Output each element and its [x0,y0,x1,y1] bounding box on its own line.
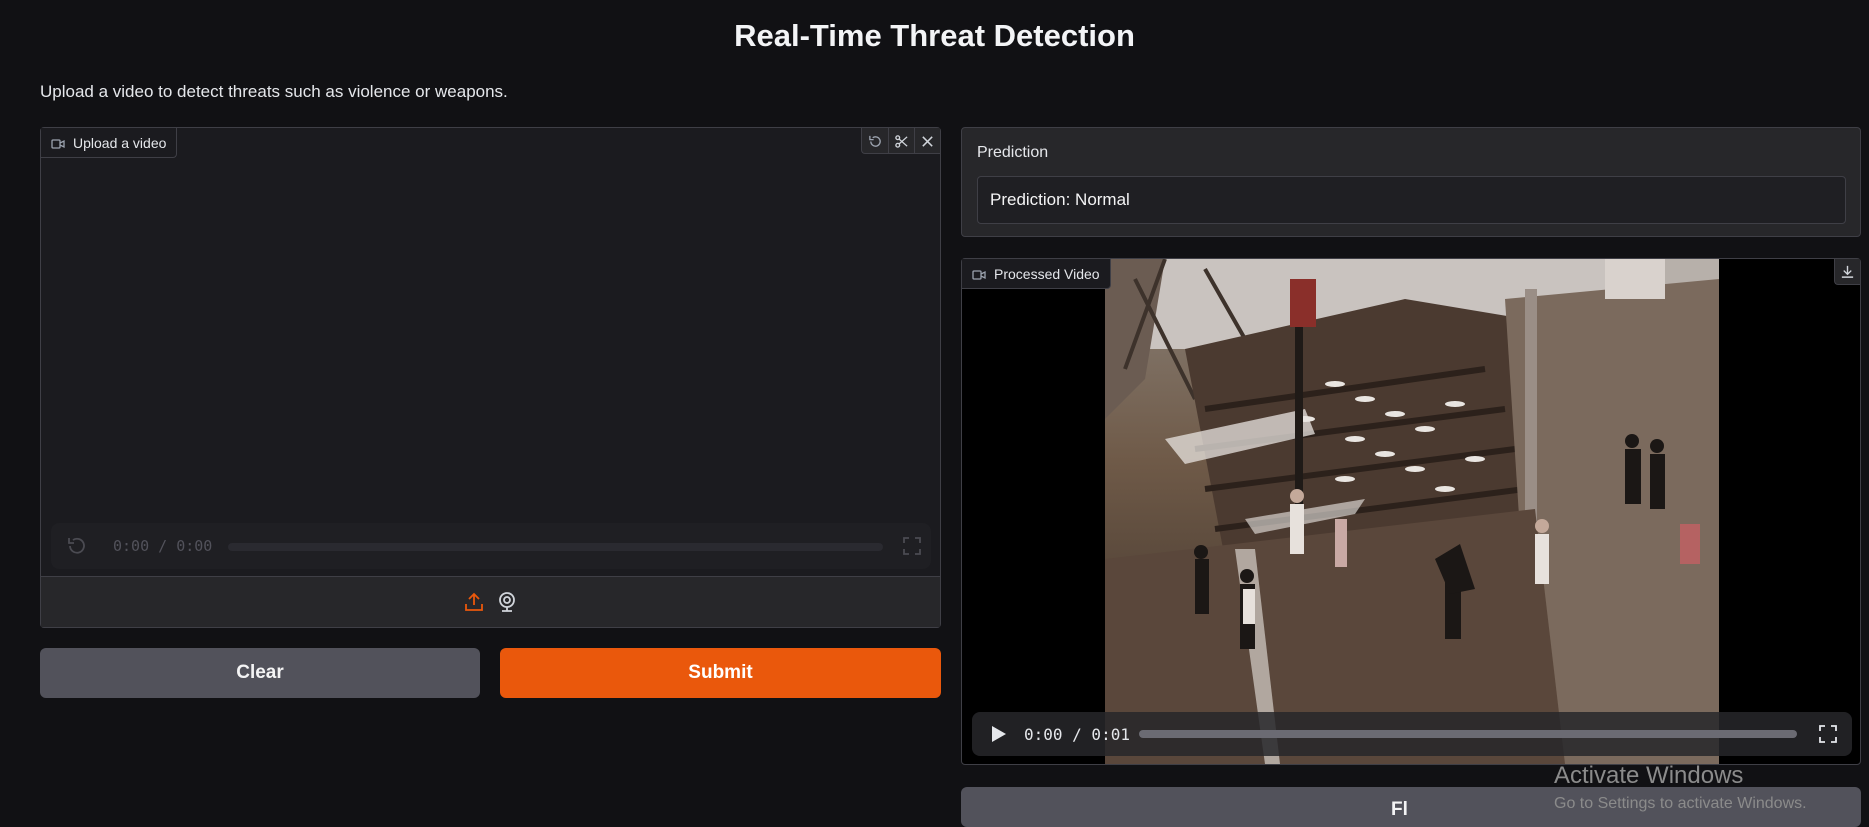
video-camera-icon [51,137,65,149]
upload-video-label: Upload a video [41,128,178,158]
download-icon[interactable] [1834,259,1860,285]
page-title: Real-Time Threat Detection [734,18,1135,53]
upload-player-progress[interactable] [228,543,883,551]
processed-player-time: 0:00 / 0:01 [1024,725,1130,744]
play-icon[interactable] [988,724,1008,744]
activation-watermark-subtitle: Go to Settings to activate Windows. [1554,795,1807,812]
prediction-output: Prediction: Normal [977,176,1846,224]
upload-video-panel: Upload a video 0:00 / 0:00 [40,127,941,628]
upload-player-controls: 0:00 / 0:00 [51,523,931,569]
submit-button[interactable]: Submit [500,648,941,698]
prediction-label: Prediction [977,144,1049,161]
page-description: Upload a video to detect threats such as… [40,82,508,101]
processed-player-progress[interactable] [1139,730,1797,738]
close-icon[interactable] [914,128,940,154]
upload-player-time: 0:00 / 0:00 [113,537,213,555]
video-frame [1105,259,1719,764]
upload-source-bar [41,576,940,627]
activation-watermark-title: Activate Windows [1554,762,1744,789]
prediction-panel: Prediction Prediction: Normal [961,127,1861,237]
video-camera-icon [972,268,986,280]
webcam-icon[interactable] [496,591,518,613]
upload-icon[interactable] [463,591,485,613]
prediction-value: Prediction: Normal [990,190,1130,209]
processed-player-controls: 0:00 / 0:01 [972,712,1852,756]
undo-icon[interactable] [862,128,888,154]
processed-video-label-text: Processed Video [994,265,1100,282]
upload-video-label-text: Upload a video [73,134,167,151]
replay-icon[interactable] [65,535,87,557]
scissors-icon[interactable] [888,128,914,154]
scene-image [1105,259,1719,764]
upload-toolbar [861,128,940,154]
processed-video-label: Processed Video [962,259,1111,289]
clear-button[interactable]: Clear [40,648,480,698]
flag-button-label: Fl [1391,799,1408,820]
fullscreen-icon[interactable] [1818,724,1838,744]
fullscreen-icon[interactable] [902,536,922,556]
processed-video-panel: Processed Video 0:00 / 0:01 [961,258,1861,765]
